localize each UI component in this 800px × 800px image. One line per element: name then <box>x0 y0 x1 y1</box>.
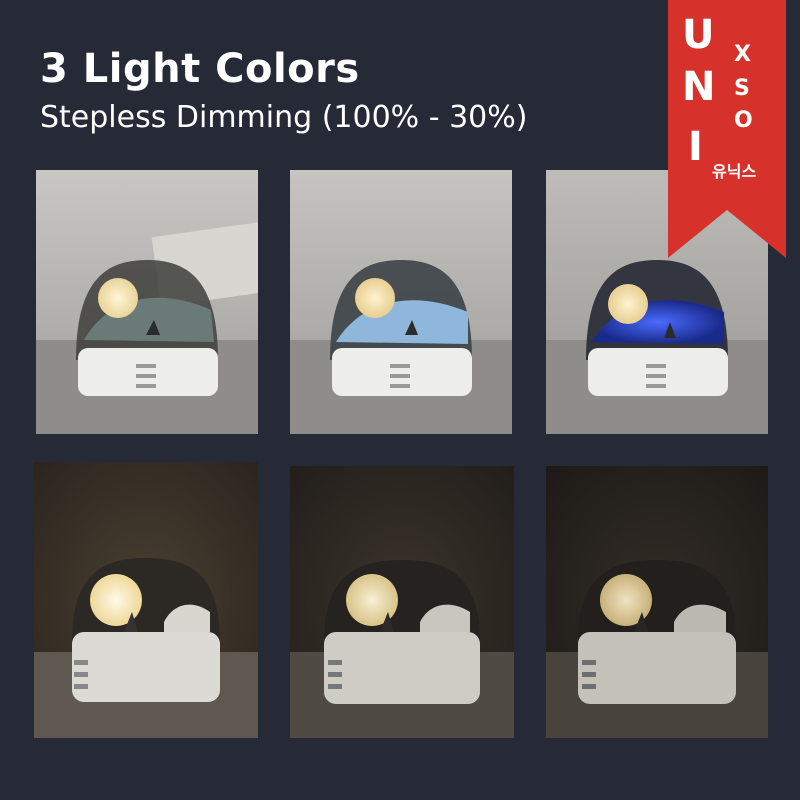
headline: 3 Light Colors <box>40 46 360 92</box>
brand-letter-u: U <box>682 12 715 58</box>
lamp-photo-cool-blue <box>290 170 512 434</box>
lamp-mid-image <box>290 466 514 738</box>
brand-letter-n: N <box>682 64 716 110</box>
lamp-photo-bright <box>34 462 258 738</box>
brand-letter-s: S <box>734 76 750 101</box>
lamp-bright-image <box>34 462 258 738</box>
brand-letter-i: I <box>688 124 703 170</box>
brand-hangul: 유닉스 <box>712 162 757 181</box>
lamp-dim-image <box>546 466 768 738</box>
brand-letter-o: O <box>734 108 753 133</box>
brand-letter-x: X <box>734 42 751 67</box>
lamp-cool-blue-image <box>290 170 512 434</box>
subline: Stepless Dimming (100% - 30%) <box>40 100 528 135</box>
lamp-photo-warm <box>36 170 258 434</box>
lamp-warm-image <box>36 170 258 434</box>
brand-ribbon: U N I X S O 유닉스 <box>668 0 786 260</box>
lamp-photo-dim <box>546 466 768 738</box>
lamp-photo-mid <box>290 466 514 738</box>
